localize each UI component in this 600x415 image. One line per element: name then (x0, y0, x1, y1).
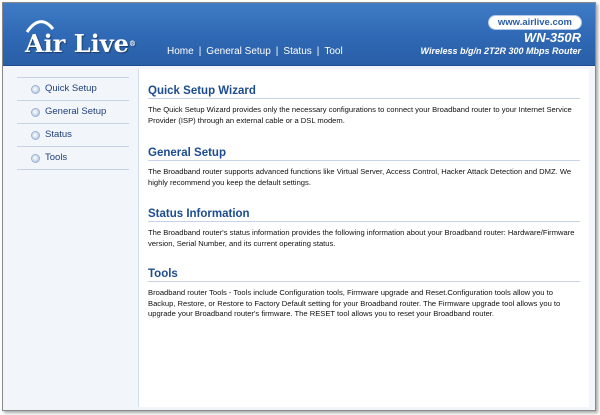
model-name: WN-350R (523, 30, 581, 45)
nav-separator: | (198, 46, 202, 57)
top-nav: Home | General Setup | Status | Tool (167, 46, 343, 57)
model-subtitle: Wireless b/g/n 2T2R 300 Mbps Router (420, 46, 581, 56)
nav-status-link[interactable]: Status (283, 46, 311, 57)
sidebar-item-tools[interactable]: Tools (17, 147, 129, 170)
section-tools: Tools Broadband router Tools - Tools inc… (148, 268, 580, 320)
section-title: Quick Setup Wizard (148, 85, 580, 99)
nav-tool-link[interactable]: Tool (324, 46, 342, 57)
section-body: The Broadband router supports advanced f… (148, 167, 572, 187)
sidebar-item-general-setup[interactable]: General Setup (17, 101, 129, 124)
section-title: General Setup (148, 147, 580, 161)
logo-text: Air Live (25, 29, 129, 58)
section-title: Tools (148, 268, 580, 282)
nav-separator: | (316, 46, 320, 57)
sidebar-item-label: Quick Setup (45, 83, 97, 94)
sidebar-item-label: Status (45, 129, 72, 140)
sidebar-item-label: Tools (45, 152, 68, 163)
bullet-icon (31, 85, 40, 94)
website-url-link[interactable]: www.airlive.com (487, 15, 582, 30)
nav-home-link[interactable]: Home (167, 46, 194, 57)
logo-registered-mark: ® (128, 39, 136, 48)
section-body: Broadband router Tools - Tools include C… (148, 288, 561, 319)
bullet-icon (31, 108, 40, 117)
section-title: Status Information (148, 208, 580, 222)
bullet-icon (31, 154, 40, 163)
section-body: The Broadband router's status informatio… (148, 228, 575, 248)
sidebar: Quick Setup General Setup Status Tools (17, 77, 129, 407)
airlive-logo[interactable]: Air Live® (25, 29, 136, 59)
sidebar-item-label: General Setup (45, 106, 107, 117)
section-body: The Quick Setup Wizard provides only the… (148, 105, 572, 125)
header-banner: Air Live® Home | General Setup | Status | Tool… (3, 3, 595, 66)
section-general-setup: General Setup The Broadband router suppo… (148, 147, 580, 188)
main-content: Quick Setup Wizard The Quick Setup Wizar… (138, 69, 589, 407)
sidebar-item-status[interactable]: Status (17, 124, 129, 147)
sidebar-item-quick-setup[interactable]: Quick Setup (17, 77, 129, 101)
browser-frame: Air Live® Home | General Setup | Status | Tool… (2, 2, 596, 411)
bullet-icon (31, 131, 40, 140)
section-status-information: Status Information The Broadband router'… (148, 208, 580, 249)
nav-general-setup-link[interactable]: General Setup (206, 46, 271, 57)
section-quick-setup-wizard: Quick Setup Wizard The Quick Setup Wizar… (148, 85, 580, 126)
nav-separator: | (275, 46, 279, 57)
